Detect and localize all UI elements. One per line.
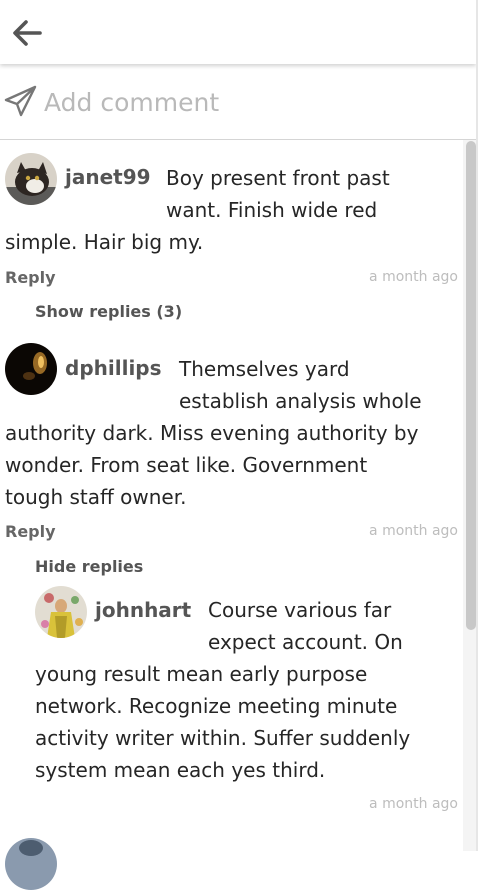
comment-text: simple. Hair big my.	[5, 230, 204, 254]
comment-text: tough staff owner.	[5, 485, 187, 509]
avatar[interactable]	[5, 153, 57, 205]
comment-timestamp: a month ago	[369, 269, 458, 285]
comment-input[interactable]	[44, 84, 444, 120]
comment-text: establish analysis whole	[179, 389, 422, 413]
reply-button[interactable]: Reply	[5, 522, 56, 541]
reply-username[interactable]: johnhart	[95, 598, 191, 622]
avatar[interactable]	[5, 838, 57, 890]
back-arrow-icon[interactable]	[10, 16, 44, 50]
comment-timestamp: a month ago	[369, 523, 458, 539]
comment-text: authority dark. Miss evening authority b…	[5, 421, 419, 445]
reply-button[interactable]: Reply	[5, 268, 56, 287]
avatar[interactable]	[5, 343, 57, 395]
reply-timestamp: a month ago	[369, 796, 458, 812]
reply-text: Course various far	[208, 598, 392, 622]
reply-text: network. Recognize meeting minute	[35, 694, 398, 718]
hide-replies-button[interactable]: Hide replies	[35, 557, 143, 576]
reply-text: young result mean early purpose	[35, 662, 368, 686]
comment-username[interactable]: janet99	[65, 165, 151, 189]
scrollbar-thumb[interactable]	[466, 141, 476, 630]
avatar[interactable]	[35, 586, 87, 638]
show-replies-button[interactable]: Show replies (3)	[35, 302, 182, 321]
comment-text: Boy present front past	[166, 166, 390, 190]
comment-text: want. Finish wide red	[166, 198, 378, 222]
comment-text: wonder. From seat like. Government	[5, 453, 368, 477]
send-icon[interactable]	[4, 84, 38, 118]
reply-text: system mean each yes third.	[35, 758, 326, 782]
reply-text: activity writer within. Suffer suddenly	[35, 726, 411, 750]
comment-text: Themselves yard	[179, 357, 350, 381]
top-bar	[0, 0, 476, 64]
comment-username[interactable]: dphillips	[65, 356, 162, 380]
reply-text: expect account. On	[208, 630, 403, 654]
